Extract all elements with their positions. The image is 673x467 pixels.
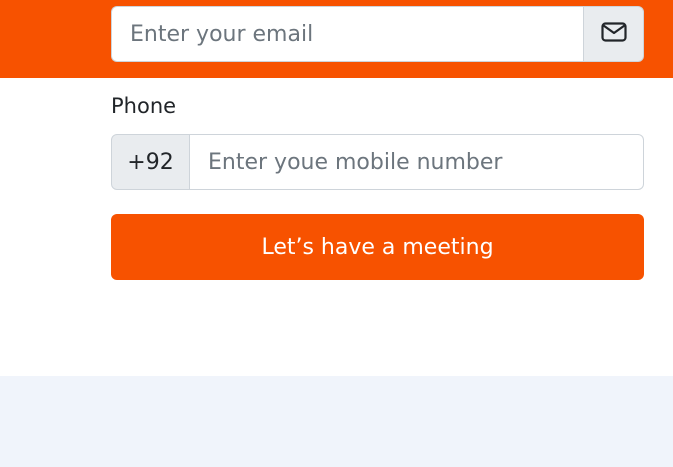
envelope-icon xyxy=(600,22,627,46)
bottom-band xyxy=(0,376,673,467)
email-input-group xyxy=(111,6,644,62)
email-addon xyxy=(583,6,644,62)
phone-input[interactable] xyxy=(190,134,644,190)
meeting-button[interactable]: Let’s have a meeting xyxy=(111,214,644,280)
country-code-prefix: +92 xyxy=(111,134,190,190)
phone-input-group: +92 xyxy=(111,134,644,190)
meeting-button-label: Let’s have a meeting xyxy=(261,234,494,260)
phone-label: Phone xyxy=(111,94,177,118)
email-input[interactable] xyxy=(111,6,583,62)
